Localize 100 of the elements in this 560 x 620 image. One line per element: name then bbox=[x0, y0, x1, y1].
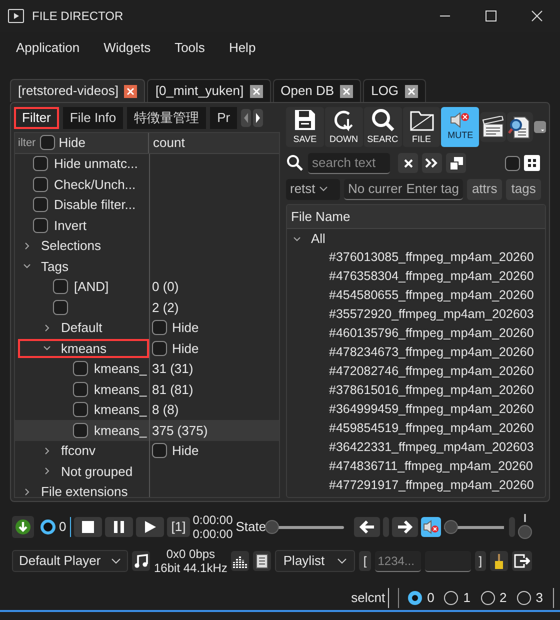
file-row[interactable]: #477291917_ffmpeg_mp4am_20260 bbox=[287, 476, 545, 495]
file-row[interactable]: #459854519_ffmpeg_mp4am_20260 bbox=[287, 419, 545, 438]
tree-item[interactable]: kmeans bbox=[61, 338, 107, 358]
player-dropdown[interactable]: Default Player bbox=[12, 550, 128, 572]
forward-button[interactable] bbox=[392, 517, 418, 537]
file-row[interactable]: #472082746_ffmpeg_mp4am_20260 bbox=[287, 362, 545, 381]
grid-icon[interactable] bbox=[524, 155, 540, 171]
dropdown-icon[interactable] bbox=[534, 120, 546, 134]
file-row[interactable]: #474836711_ffmpeg_mp4am_20260 bbox=[287, 457, 545, 476]
tree-item[interactable]: Disable filter... bbox=[54, 195, 136, 214]
file-row[interactable]: #454580655_ffmpeg_mp4am_20260 bbox=[287, 286, 545, 305]
file-row[interactable]: #460135796_ffmpeg_mp4am_20260 bbox=[287, 324, 545, 343]
chevron-down-icon[interactable] bbox=[43, 344, 51, 352]
tree-item[interactable]: File extensions bbox=[41, 482, 128, 497]
mute-button[interactable] bbox=[421, 517, 442, 537]
checkbox[interactable] bbox=[53, 279, 68, 294]
separator-handle[interactable] bbox=[509, 517, 516, 537]
menu-item[interactable]: Widgets bbox=[94, 34, 161, 62]
toolbar-button[interactable] bbox=[507, 112, 533, 142]
tab[interactable]: 特徴量管理 bbox=[127, 107, 206, 129]
tree-item[interactable]: Tags bbox=[41, 256, 68, 276]
tab[interactable]: Open DB bbox=[272, 79, 362, 102]
menu-item[interactable]: Tools bbox=[164, 34, 215, 62]
tree-item[interactable]: kmeans_ bbox=[94, 400, 147, 420]
chevron-right-icon[interactable] bbox=[43, 467, 51, 476]
stop-button[interactable] bbox=[74, 517, 102, 537]
dropdown[interactable]: retst bbox=[286, 178, 340, 200]
bracket-close-button[interactable]: ] bbox=[474, 551, 486, 571]
file-row[interactable]: #378615016_ffmpeg_mp4am_20260 bbox=[287, 381, 545, 400]
file-row[interactable]: #478234673_ffmpeg_mp4am_20260 bbox=[287, 343, 545, 362]
tree-item[interactable]: Check/Unch... bbox=[54, 174, 136, 194]
document-button[interactable] bbox=[253, 551, 272, 571]
search-field[interactable]: search text bbox=[308, 152, 390, 174]
tab[interactable]: File Info bbox=[62, 107, 124, 129]
tree-item[interactable]: All bbox=[311, 229, 326, 248]
brush-button[interactable] bbox=[490, 551, 508, 571]
checkbox[interactable] bbox=[40, 135, 55, 150]
tag-row-button[interactable]: attrs bbox=[466, 178, 502, 200]
tab[interactable]: [retstored-videos] bbox=[10, 79, 146, 102]
file-row[interactable]: #376013085_ffmpeg_mp4am_20260 bbox=[287, 248, 545, 267]
checkbox[interactable] bbox=[152, 320, 167, 336]
file-row[interactable]: #35572920_ffmpeg_mp4am_202603 bbox=[287, 305, 545, 324]
tree-item[interactable]: Hide unmatc... bbox=[54, 154, 138, 174]
tree-item[interactable]: kmeans_ bbox=[94, 380, 147, 399]
close-icon[interactable] bbox=[124, 84, 138, 98]
file-row[interactable]: #36422331_ffmpeg_mp4am_202603 bbox=[287, 438, 545, 457]
checkbox[interactable] bbox=[33, 156, 48, 172]
tree-item[interactable]: [AND] bbox=[74, 277, 109, 296]
checkbox[interactable] bbox=[73, 402, 88, 418]
range-start-field[interactable]: 1234... bbox=[374, 550, 421, 572]
menu-item[interactable]: Application bbox=[6, 34, 90, 62]
close-icon[interactable] bbox=[340, 84, 354, 98]
back-button[interactable] bbox=[354, 517, 380, 537]
radio-option[interactable]: 1 bbox=[444, 588, 471, 608]
bracket-open-button[interactable]: [ bbox=[359, 551, 371, 571]
menu-item[interactable]: Help bbox=[218, 34, 266, 62]
chevron-right-icon[interactable] bbox=[43, 324, 51, 332]
tree-item[interactable]: Not grouped bbox=[61, 462, 133, 481]
checkbox[interactable] bbox=[152, 443, 167, 458]
toolbar-button[interactable]: SAVE bbox=[286, 107, 324, 147]
range-end-field[interactable] bbox=[424, 550, 471, 572]
tab[interactable]: [0_mint_yuken] bbox=[147, 79, 271, 102]
tree-item[interactable]: ffconv bbox=[61, 441, 96, 460]
tree-item[interactable]: kmeans_ bbox=[94, 359, 147, 378]
radio-option[interactable]: 2 bbox=[480, 588, 507, 608]
toolbar-button[interactable] bbox=[480, 112, 506, 142]
clear-button[interactable] bbox=[398, 153, 418, 173]
tab-scroll-arrows-icon[interactable] bbox=[241, 109, 264, 127]
close-icon[interactable] bbox=[250, 84, 263, 98]
tree-item[interactable]: Default bbox=[61, 318, 102, 338]
window-button[interactable] bbox=[446, 153, 466, 173]
tree-item[interactable]: Invert bbox=[54, 216, 87, 235]
radio-option[interactable]: 0 bbox=[408, 588, 434, 608]
tag-field[interactable]: No currer Enter tag bbox=[344, 178, 463, 200]
radio-option[interactable]: 3 bbox=[516, 588, 543, 608]
file-row[interactable]: #364999459_ffmpeg_mp4am_20260 bbox=[287, 400, 545, 419]
close-icon[interactable] bbox=[404, 84, 418, 98]
column-header[interactable]: File Name bbox=[291, 206, 350, 226]
toolbar-button[interactable]: DOWN bbox=[324, 107, 363, 147]
checkbox[interactable] bbox=[33, 197, 48, 212]
checkbox[interactable] bbox=[53, 300, 68, 315]
vertical-slider-handle-icon[interactable] bbox=[518, 514, 532, 540]
column-header[interactable]: ilter bbox=[18, 134, 36, 151]
file-row[interactable]: #476358304_ffmpeg_mp4am_20260 bbox=[287, 267, 545, 286]
checkbox[interactable] bbox=[73, 422, 88, 438]
index-button[interactable]: [1] bbox=[167, 517, 190, 537]
chevron-down-icon[interactable] bbox=[293, 234, 301, 242]
playlist-dropdown[interactable]: Playlist bbox=[275, 550, 356, 572]
tree-item[interactable]: kmeans_ bbox=[94, 420, 147, 440]
tag-row-button[interactable]: tags bbox=[506, 178, 541, 200]
toolbar-button[interactable]: FILE bbox=[402, 107, 440, 147]
column-header[interactable]: count bbox=[149, 133, 185, 152]
checkbox[interactable] bbox=[73, 382, 88, 397]
tab[interactable]: LOG bbox=[363, 79, 426, 102]
play-button[interactable] bbox=[136, 517, 164, 537]
tab[interactable]: Filter bbox=[14, 107, 59, 129]
chevron-right-icon[interactable] bbox=[23, 242, 31, 250]
tab[interactable]: Pr bbox=[210, 107, 238, 129]
chevron-down-icon[interactable] bbox=[23, 262, 31, 270]
checkbox[interactable] bbox=[505, 156, 520, 170]
